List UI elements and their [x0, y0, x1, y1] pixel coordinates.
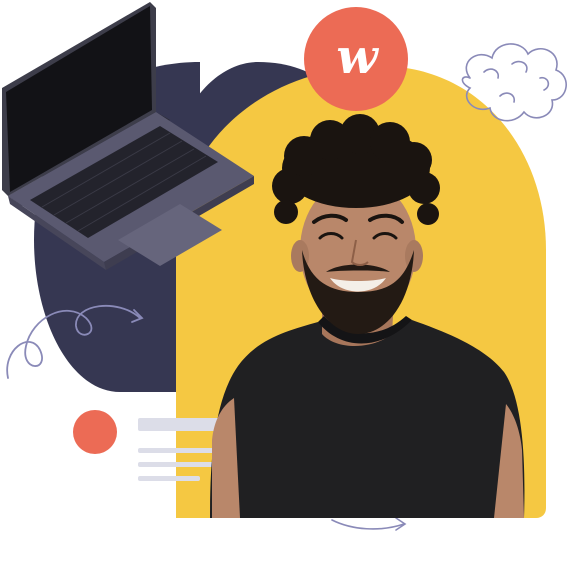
brand-logo-badge: w: [304, 7, 408, 111]
person-shirt: [210, 320, 525, 518]
person-photo: [210, 114, 525, 518]
brand-logo-text: w: [336, 29, 377, 85]
